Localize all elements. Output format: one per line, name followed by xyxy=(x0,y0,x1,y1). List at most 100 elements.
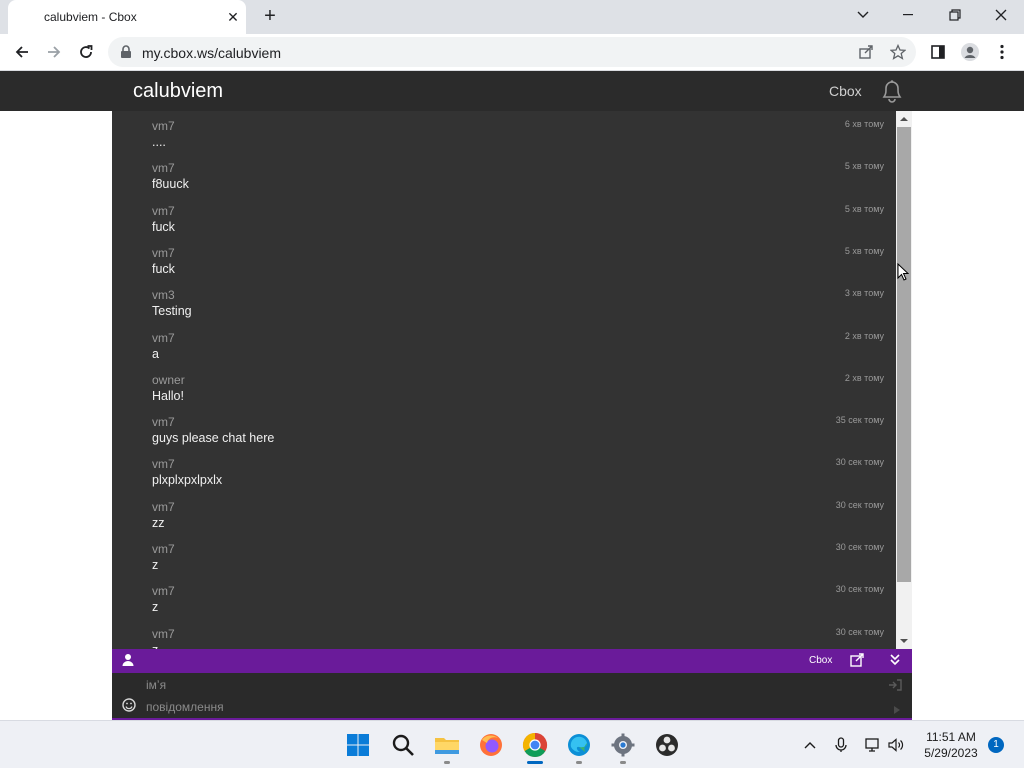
message-time: 30 сек тому xyxy=(835,626,884,637)
settings-gear-icon[interactable] xyxy=(607,729,639,764)
mouse-cursor-icon xyxy=(897,262,910,286)
close-tab-icon[interactable]: ✕ xyxy=(224,8,242,26)
message-time: 30 сек тому xyxy=(835,499,884,510)
message-text: f8uuck xyxy=(152,177,189,192)
message-author[interactable]: owner xyxy=(152,373,185,387)
url-text: my.cbox.ws/calubviem xyxy=(142,45,282,61)
new-tab-button[interactable]: + xyxy=(258,5,282,29)
message-item: vm3 3 хв тому Testing xyxy=(152,288,884,330)
windows-start-icon[interactable] xyxy=(342,729,374,761)
message-list[interactable]: vm7 6 хв тому.... vm7 5 хв тому f8uuck vm7 5 х… xyxy=(112,111,896,649)
clock-time[interactable]: 11:51 AM xyxy=(920,730,982,744)
minimize-window-icon[interactable] xyxy=(886,0,932,30)
message-author[interactable]: vm7 xyxy=(152,161,175,175)
message-author[interactable]: vm7 xyxy=(152,204,175,218)
chat-box: vm7 6 хв тому.... vm7 5 хв тому f8uuck vm7 5 х… xyxy=(112,111,912,720)
cbox-link[interactable]: Cbox xyxy=(829,83,862,99)
message-author[interactable]: vm3 xyxy=(152,288,175,302)
message-author[interactable]: vm7 xyxy=(152,415,175,429)
message-author[interactable]: vm7 xyxy=(152,457,175,471)
browser-tab-strip: calubviem - Cbox ✕ + xyxy=(0,0,1024,34)
microphone-icon[interactable] xyxy=(831,735,851,755)
message-scrollbar[interactable] xyxy=(896,111,912,649)
site-title[interactable]: calubviem xyxy=(133,80,223,103)
chat-toolbar: Cbox xyxy=(112,649,912,673)
browser-toolbar: my.cbox.ws/calubviem xyxy=(0,34,1024,71)
message-item: vm7 6 хв тому.... xyxy=(152,119,884,161)
message-author[interactable]: vm7 xyxy=(152,542,175,556)
send-arrow-icon[interactable] xyxy=(894,701,900,719)
tray-chevron-up-icon[interactable] xyxy=(800,735,820,755)
bell-icon[interactable] xyxy=(878,78,906,109)
message-author[interactable]: vm7 xyxy=(152,584,175,598)
speaker-icon[interactable] xyxy=(886,735,906,755)
message-text: .... xyxy=(152,135,166,149)
forward-arrow-icon[interactable] xyxy=(40,38,68,66)
cbox-brand-link[interactable]: Cbox xyxy=(809,655,832,666)
message-item: owner 2 хв тому Hallo! xyxy=(152,373,884,415)
message-author[interactable]: vm7 xyxy=(152,331,175,345)
message-author[interactable]: vm7 xyxy=(152,500,175,514)
scroll-thumb[interactable] xyxy=(897,127,911,582)
close-window-icon[interactable] xyxy=(978,0,1024,30)
side-panel-icon[interactable] xyxy=(924,38,952,66)
tab-search-chevron-icon[interactable] xyxy=(840,0,886,30)
message-item: vm730 сек томуz xyxy=(152,542,884,584)
message-text: Hallo! xyxy=(152,388,184,403)
message-item: vm7 35 сек тому guys please chat here xyxy=(152,415,884,457)
message-text: z xyxy=(152,600,159,615)
search-icon[interactable] xyxy=(387,729,419,761)
name-field[interactable] xyxy=(146,675,886,695)
lock-icon[interactable] xyxy=(120,45,132,64)
message-time: 3 хв тому xyxy=(844,288,884,299)
message-text: fuck xyxy=(152,261,175,276)
scroll-down-arrow-icon[interactable] xyxy=(896,633,912,649)
message-time: 2 хв тому xyxy=(844,372,884,383)
reload-icon[interactable] xyxy=(72,38,100,66)
message-time: 6 хв тому xyxy=(844,119,884,129)
message-item: vm7 2 хв тому a xyxy=(152,331,884,373)
message-item: vm7 5 хв тому fuck xyxy=(152,246,884,288)
chrome-icon[interactable] xyxy=(519,729,551,764)
message-author[interactable]: vm7 xyxy=(152,119,175,133)
running-indicator xyxy=(444,761,450,764)
message-time: 5 хв тому xyxy=(844,245,884,256)
address-bar[interactable]: my.cbox.ws/calubviem xyxy=(108,37,916,67)
share-icon[interactable] xyxy=(852,38,880,66)
scroll-up-arrow-icon[interactable] xyxy=(896,111,912,127)
post-form xyxy=(112,673,912,720)
web-page: calubviem Cbox vm7 6 хв тому.... vm7 5 хв т… xyxy=(0,71,1024,720)
more-menu-icon[interactable] xyxy=(988,38,1016,66)
user-icon[interactable] xyxy=(122,653,134,672)
emoji-smiley-icon[interactable] xyxy=(122,698,136,717)
notification-badge[interactable]: 1 xyxy=(988,737,1004,753)
message-item: vm7 30 сек тому zz xyxy=(152,500,884,542)
bookmark-star-icon[interactable] xyxy=(884,38,912,66)
clock-date[interactable]: 5/29/2023 xyxy=(916,746,986,760)
back-arrow-icon[interactable] xyxy=(8,38,36,66)
network-icon[interactable] xyxy=(862,735,882,755)
restore-window-icon[interactable] xyxy=(932,0,978,30)
obs-studio-icon[interactable] xyxy=(651,729,683,761)
file-explorer-icon[interactable] xyxy=(431,729,463,764)
popout-icon[interactable] xyxy=(850,653,864,672)
message-time: 35 сек тому xyxy=(835,415,884,426)
message-field[interactable] xyxy=(146,697,886,717)
message-item: vm7 30 сек тому plxplxpxlpxlx xyxy=(152,457,884,499)
message-text: fuck xyxy=(152,219,175,234)
message-time: 30 сек тому xyxy=(835,584,884,595)
firefox-icon[interactable] xyxy=(475,729,507,761)
site-header: calubviem Cbox xyxy=(0,71,1024,111)
message-item: vm7 30 сек тому z xyxy=(152,584,884,626)
message-item: vm7 5 хв тому f8uuck xyxy=(152,161,884,203)
login-icon[interactable] xyxy=(888,678,902,696)
collapse-chevrons-icon[interactable] xyxy=(890,653,900,671)
edge-icon[interactable] xyxy=(563,729,595,764)
browser-tab[interactable]: calubviem - Cbox ✕ xyxy=(8,0,246,34)
message-author[interactable]: vm7 xyxy=(152,246,175,260)
message-item: vm730 сек томуz xyxy=(152,627,884,649)
message-time: 5 хв тому xyxy=(844,203,884,214)
message-author[interactable]: vm7 xyxy=(152,627,175,641)
profile-avatar-icon[interactable] xyxy=(956,38,984,66)
message-text: a xyxy=(152,346,159,361)
